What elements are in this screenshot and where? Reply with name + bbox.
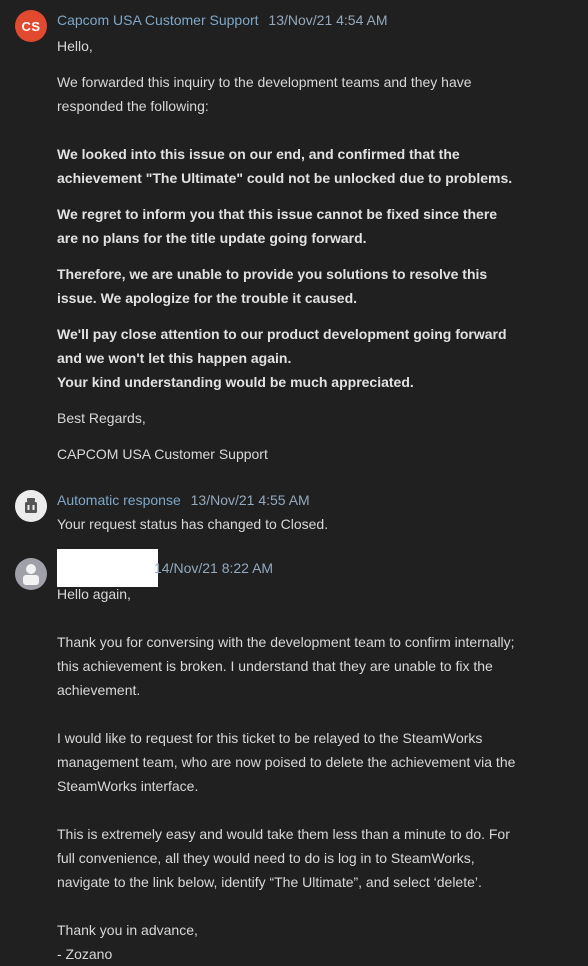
status-text: Your request status has changed to Close… (57, 516, 329, 532)
message-body: Hello again, Thank you for conversing wi… (57, 582, 517, 966)
signature: - Zozano (57, 946, 113, 962)
message-body: Hello, We forwarded this inquiry to the … (57, 34, 517, 466)
timestamp: 14/Nov/21 8:22 AM (154, 560, 274, 576)
paragraph: I would like to request for this ticket … (57, 730, 516, 794)
paragraph: We forwarded this inquiry to the develop… (57, 74, 472, 114)
message-body: Your request status has changed to Close… (57, 512, 517, 536)
closing: Best Regards, (57, 410, 146, 426)
closing: Thank you in advance, (57, 922, 198, 938)
user-silhouette (23, 564, 39, 585)
bold-paragraph: Therefore, we are unable to provide you … (57, 266, 488, 306)
timestamp: 13/Nov/21 4:54 AM (268, 12, 388, 28)
greeting: Hello again, (57, 586, 131, 602)
bold-paragraph: Your kind understanding would be much ap… (57, 374, 414, 390)
avatar-initials: CS (21, 18, 41, 34)
paragraph: This is extremely easy and would take th… (57, 826, 510, 890)
timestamp: 13/Nov/21 4:55 AM (190, 492, 310, 508)
bold-paragraph: We'll pay close attention to our product… (57, 326, 507, 366)
user-avatar-icon[interactable] (15, 558, 47, 590)
robot-icon[interactable] (15, 490, 47, 522)
signature: CAPCOM USA Customer Support (57, 446, 268, 462)
author-link[interactable]: Automatic response (57, 492, 181, 508)
capcom-support-avatar[interactable]: CS (15, 10, 47, 42)
paragraph: Thank you for conversing with the develo… (57, 634, 515, 698)
author-link[interactable]: Capcom USA Customer Support (57, 12, 259, 28)
message-header: 14/Nov/21 8:22 AM (154, 560, 273, 576)
message-header: Automatic response 13/Nov/21 4:55 AM (57, 492, 310, 508)
bold-paragraph: We looked into this issue on our end, an… (57, 146, 513, 186)
bold-paragraph: We regret to inform you that this issue … (57, 206, 498, 246)
message-header: Capcom USA Customer Support 13/Nov/21 4:… (57, 12, 388, 28)
robot-glyph (25, 498, 37, 513)
greeting: Hello, (57, 38, 93, 54)
